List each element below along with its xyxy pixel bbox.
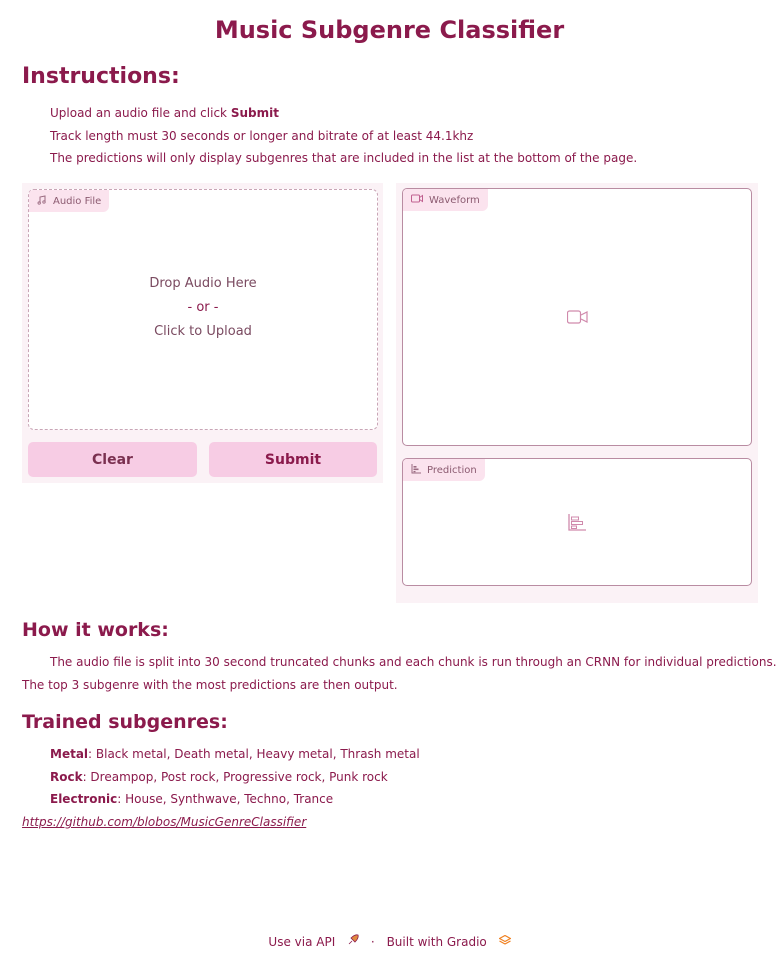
- subgenre-list: : House, Synthwave, Techno, Trance: [117, 792, 334, 806]
- rocket-icon: [347, 934, 359, 949]
- instruction-line-2: Track length must 30 seconds or longer a…: [50, 129, 474, 143]
- subgenre-row-rock: Rock: Dreampop, Post rock, Progressive r…: [50, 770, 388, 784]
- page-title: Music Subgenre Classifier: [214, 16, 565, 44]
- waveform-label: Waveform: [403, 189, 488, 211]
- github-link[interactable]: https://github.com/blobos/MusicGenreClas…: [22, 815, 306, 829]
- subgenre-name: Rock: [50, 770, 83, 784]
- footer-separator: ·: [370, 934, 375, 949]
- subgenre-name: Metal: [50, 747, 89, 761]
- waveform-panel: Waveform: [402, 188, 752, 446]
- clear-button[interactable]: Clear: [28, 442, 197, 477]
- music-note-icon: [37, 194, 47, 208]
- prediction-panel: Prediction: [402, 458, 752, 586]
- audio-file-label-text: Audio File: [53, 195, 102, 207]
- subgenre-list: : Black metal, Death metal, Heavy metal,…: [88, 747, 420, 761]
- use-via-api-link[interactable]: Use via API: [268, 934, 359, 949]
- instruction-text: Upload an audio file and click: [50, 106, 231, 120]
- gradio-logo-icon: [497, 934, 512, 949]
- video-placeholder-icon: [566, 309, 588, 328]
- audio-upload-dropzone[interactable]: Audio File Drop Audio Here - or - Click …: [28, 189, 378, 430]
- how-it-works-line-1: The audio file is split into 30 second t…: [50, 655, 777, 669]
- instruction-line-1: Upload an audio file and click Submit: [50, 106, 279, 120]
- instruction-submit-bold: Submit: [230, 106, 279, 120]
- prediction-label: Prediction: [403, 459, 485, 481]
- drop-text: Drop Audio Here: [149, 276, 257, 291]
- waveform-label-text: Waveform: [429, 194, 480, 206]
- video-icon: [411, 194, 423, 206]
- bar-chart-icon: [411, 463, 421, 477]
- audio-file-label: Audio File: [29, 190, 110, 212]
- subgenre-row-metal: Metal: Black metal, Death metal, Heavy m…: [50, 747, 420, 761]
- built-with-gradio-text: Built with Gradio: [386, 934, 487, 949]
- subgenre-name: Electronic: [50, 792, 118, 806]
- or-text: - or -: [187, 300, 219, 315]
- instruction-line-3: The predictions will only display subgen…: [50, 151, 638, 165]
- subgenre-list: : Dreampop, Post rock, Progressive rock,…: [82, 770, 388, 784]
- how-it-works-line-2: The top 3 subgenre with the most predict…: [22, 678, 398, 692]
- prediction-label-text: Prediction: [427, 464, 477, 476]
- subgenre-row-electronic: Electronic: House, Synthwave, Techno, Tr…: [50, 792, 333, 806]
- bar-chart-placeholder-icon: [568, 514, 586, 535]
- trained-subgenres-heading: Trained subgenres:: [22, 711, 228, 733]
- built-with-gradio-link[interactable]: Built with Gradio: [386, 934, 512, 949]
- submit-button[interactable]: Submit: [209, 442, 377, 477]
- use-via-api-text: Use via API: [268, 934, 336, 949]
- click-to-upload-text: Click to Upload: [154, 324, 252, 339]
- instructions-heading: Instructions:: [22, 64, 180, 89]
- how-it-works-heading: How it works:: [22, 619, 169, 641]
- footer: Use via API · Built with Gradio: [0, 934, 779, 949]
